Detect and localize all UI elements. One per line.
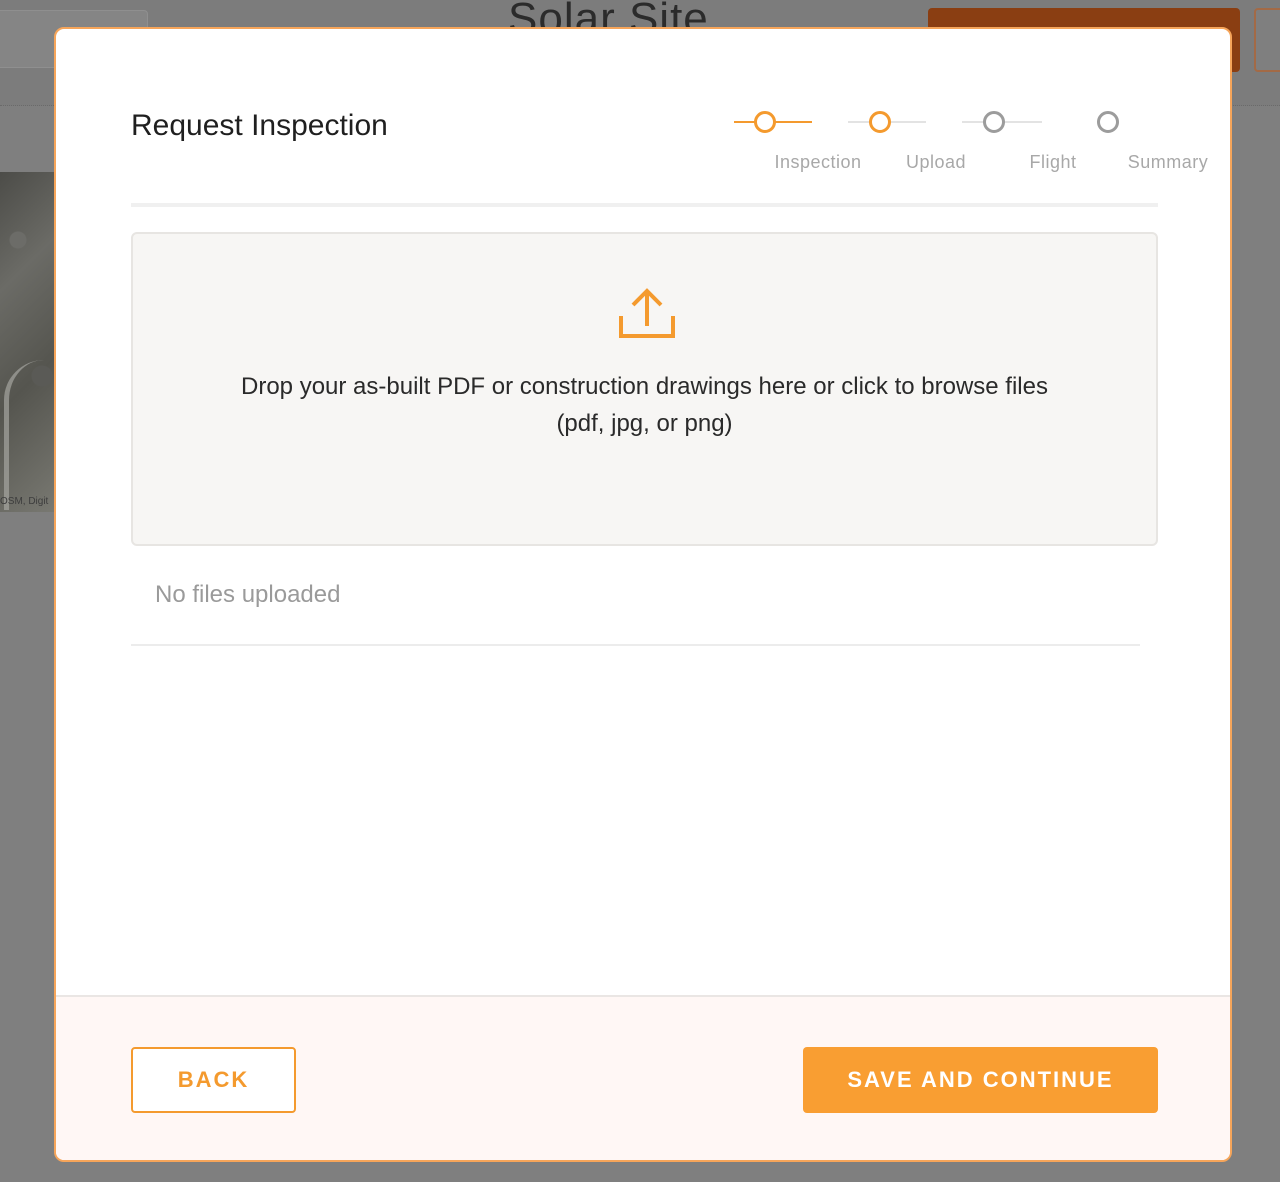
step-label-inspection: Inspection bbox=[774, 152, 862, 172]
dropzone-file-types: (pdf, jpg, or png) bbox=[556, 410, 733, 437]
header-divider bbox=[131, 203, 1158, 207]
background-map-road bbox=[4, 360, 44, 510]
step-dot-upload bbox=[869, 111, 891, 133]
upload-icon bbox=[619, 288, 675, 338]
step-dot-summary bbox=[1097, 111, 1119, 133]
background-map-credit: OSM, Digit bbox=[0, 496, 49, 507]
files-status-text: No files uploaded bbox=[155, 581, 341, 608]
request-inspection-modal: Request Inspection Inspection Upload Fli… bbox=[54, 27, 1232, 1162]
back-button[interactable]: BACK bbox=[131, 1047, 296, 1113]
step-dot-flight bbox=[983, 111, 1005, 133]
save-and-continue-button[interactable]: SAVE AND CONTINUE bbox=[803, 1047, 1158, 1113]
modal-title: Request Inspection bbox=[131, 109, 388, 142]
step-dot-inspection bbox=[754, 111, 776, 133]
step-label-upload: Upload bbox=[905, 152, 967, 172]
file-dropzone[interactable]: Drop your as-built PDF or construction d… bbox=[131, 232, 1158, 546]
dropzone-instructions: Drop your as-built PDF or construction d… bbox=[133, 368, 1156, 442]
files-divider bbox=[131, 644, 1140, 646]
background-secondary-button bbox=[1254, 8, 1280, 72]
progress-stepper: Inspection Upload Flight Summary bbox=[696, 109, 1208, 179]
step-label-summary: Summary bbox=[1127, 152, 1209, 172]
dropzone-instructions-line1: Drop your as-built PDF or construction d… bbox=[241, 373, 1048, 400]
step-label-flight: Flight bbox=[1029, 152, 1077, 172]
modal-footer: BACK SAVE AND CONTINUE bbox=[56, 995, 1230, 1160]
